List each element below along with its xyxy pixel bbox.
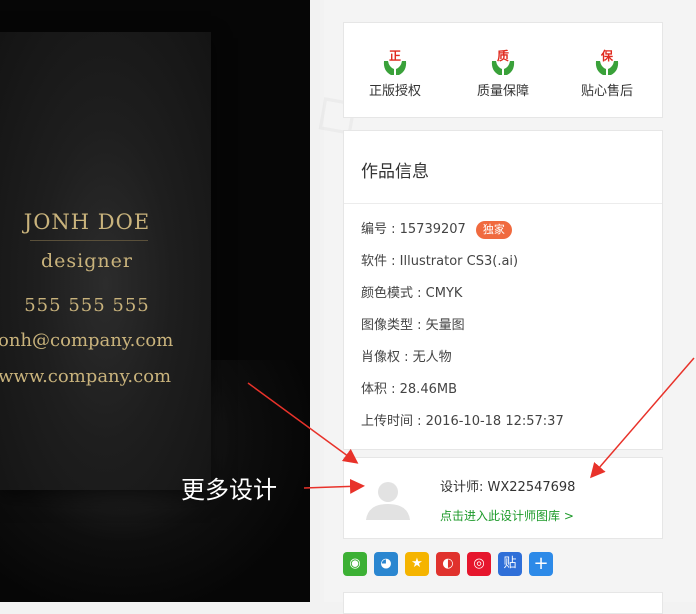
card-divider bbox=[30, 240, 148, 241]
qzone-icon[interactable]: ★ bbox=[405, 552, 429, 576]
guarantee-char: 质 bbox=[497, 48, 509, 63]
designer-box: 设计师: WX22547698 点击进入此设计师图库 > bbox=[343, 457, 663, 539]
guarantee-char: 保 bbox=[600, 48, 614, 63]
more-share-icon[interactable]: + bbox=[529, 552, 553, 576]
info-id: 编号 : 15739207 独家 bbox=[361, 218, 512, 239]
hands-icon: 保 bbox=[595, 48, 619, 75]
work-info-box: 作品信息 编号 : 15739207 独家 软件 : Illustrator CS… bbox=[343, 130, 663, 450]
exclusive-badge: 独家 bbox=[475, 221, 512, 239]
wechat-icon[interactable]: ◉ bbox=[343, 552, 367, 576]
designer-gallery-link[interactable]: 点击进入此设计师图库 > bbox=[440, 507, 574, 524]
avatar[interactable] bbox=[364, 478, 412, 520]
card-email: onh@company.com bbox=[0, 330, 174, 351]
qq-icon[interactable]: ◕ bbox=[374, 552, 398, 576]
guarantee-label: 正版授权 bbox=[368, 84, 421, 99]
card-title: designer bbox=[41, 250, 133, 272]
guarantee-label: 质量保障 bbox=[476, 84, 529, 99]
tencent-weibo-icon[interactable]: ◐ bbox=[436, 552, 460, 576]
sina-weibo-icon[interactable]: ◎ bbox=[467, 552, 491, 576]
tieba-icon[interactable]: 贴 bbox=[498, 552, 522, 576]
info-file-size: 体积 : 28.46MB bbox=[361, 382, 457, 397]
share-bar: ◉ ◕ ★ ◐ ◎ 贴 + bbox=[343, 552, 560, 578]
info-color-mode: 颜色模式 : CMYK bbox=[361, 286, 463, 301]
business-card: JONH DOE designer 555 555 555 onh@compan… bbox=[0, 32, 211, 490]
info-title: 作品信息 bbox=[361, 162, 429, 182]
guarantee-item: 正 正版授权 bbox=[350, 47, 440, 99]
card-phone: 555 555 555 bbox=[24, 295, 150, 316]
next-box bbox=[343, 592, 663, 614]
info-upload-time: 上传时间 : 2016-10-18 12:57:37 bbox=[361, 414, 564, 429]
card-website: www.company.com bbox=[0, 366, 172, 387]
info-portrait-rights: 肖像权 : 无人物 bbox=[361, 350, 452, 365]
guarantee-box: 正 正版授权 质 质量保障 保 贴心售后 bbox=[343, 22, 663, 118]
more-designs-label: 更多设计 bbox=[181, 476, 277, 504]
designer-name: 设计师: WX22547698 bbox=[440, 480, 576, 495]
guarantee-label: 贴心售后 bbox=[580, 84, 633, 99]
preview-image: JONH DOE designer 555 555 555 onh@compan… bbox=[0, 0, 310, 602]
info-id-text: 编号 : 15739207 bbox=[361, 222, 466, 237]
divider bbox=[344, 203, 662, 204]
card-name: JONH DOE bbox=[23, 210, 151, 234]
guarantee-item: 保 贴心售后 bbox=[562, 47, 652, 99]
info-software: 软件 : Illustrator CS3(.ai) bbox=[361, 254, 519, 269]
hands-icon: 质 bbox=[491, 48, 515, 75]
guarantee-item: 质 质量保障 bbox=[458, 47, 548, 99]
info-image-type: 图像类型 : 矢量图 bbox=[361, 318, 465, 333]
guarantee-char: 正 bbox=[389, 49, 401, 63]
hands-icon: 正 bbox=[383, 49, 407, 75]
